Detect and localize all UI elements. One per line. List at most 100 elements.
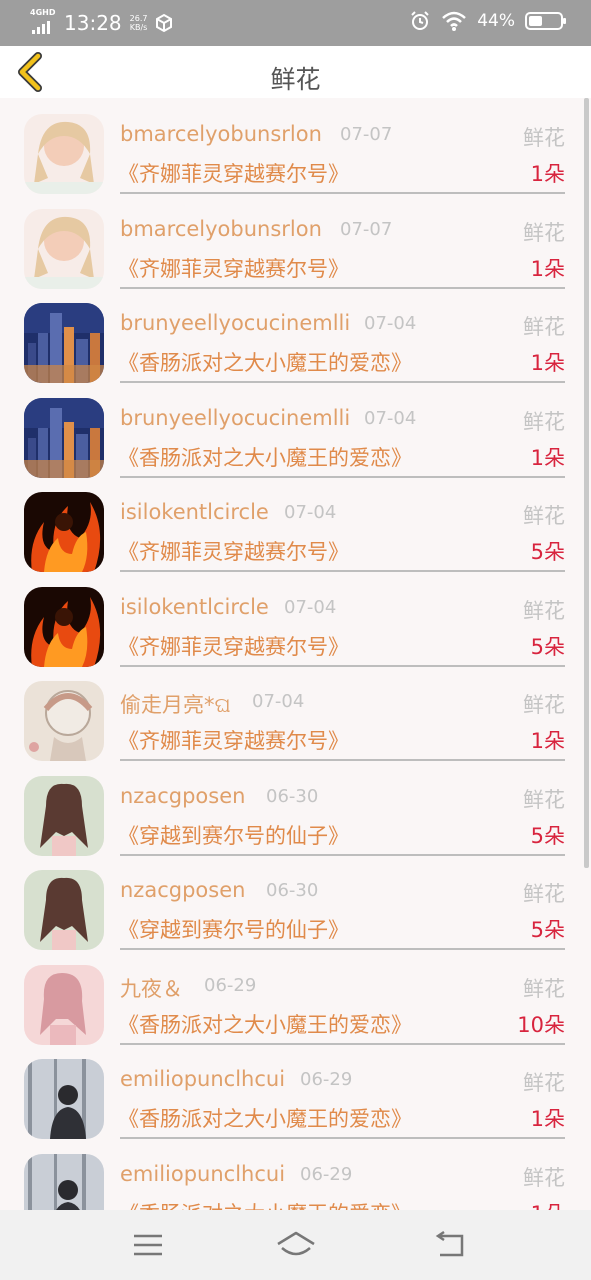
list-item[interactable]: bmarcelyobunsrlon 07-07 鲜花 《齐娜菲灵穿越赛尔号》 1朵 xyxy=(0,106,591,200)
post-date: 06-30 xyxy=(266,785,319,807)
post-date: 07-07 xyxy=(340,124,393,145)
post-date: 06-29 xyxy=(204,974,257,996)
list-item[interactable]: 九夜＆ 06-29 鲜花《香肠派对之大小魔王的爱恋》 10朵 xyxy=(0,957,591,1051)
row-divider xyxy=(120,759,565,761)
gift-type: 鲜花 xyxy=(523,598,565,623)
avatar[interactable] xyxy=(24,775,104,856)
gift-type: 鲜花 xyxy=(523,976,565,1001)
user-name: 九夜＆ xyxy=(120,976,183,1001)
list-item[interactable]: isilokentlcircle 07-04 鲜花《齐娜菲灵穿越赛尔号》 5朵 xyxy=(0,484,591,578)
network-speed-unit: KB/s xyxy=(129,23,148,32)
row-divider xyxy=(120,948,565,950)
book-title: 《齐娜菲灵穿越赛尔号》 xyxy=(118,634,349,659)
row-divider xyxy=(120,286,565,289)
row-divider xyxy=(120,570,565,572)
home-icon[interactable] xyxy=(274,1228,318,1262)
post-date: 07-04 xyxy=(252,691,305,712)
list-item[interactable]: brunyeellyocucinemlli 07-04 鲜花 《香肠派对之大小魔王的爱… xyxy=(0,295,591,389)
back-icon[interactable] xyxy=(430,1228,470,1262)
row-divider xyxy=(120,381,565,383)
avatar[interactable] xyxy=(24,397,104,478)
flower-count: 5朵 xyxy=(530,634,565,659)
list-item[interactable]: bmarcelyobunsrlon 07-07 鲜花 《齐娜菲灵穿越赛尔号》 1朵 xyxy=(0,201,591,295)
list-item[interactable]: emiliopunclhcui 06-29 鲜花《香肠派对之大小魔王的爱恋》 1朵 xyxy=(0,1146,591,1211)
avatar[interactable] xyxy=(24,681,104,761)
gift-type: 鲜花 xyxy=(523,504,565,528)
battery-percent: 44% xyxy=(477,11,515,31)
flower-count: 1朵 xyxy=(530,351,565,375)
user-name: nzacgposen xyxy=(120,878,246,902)
flower-count: 5朵 xyxy=(530,540,565,564)
gift-type: 鲜花 xyxy=(523,787,565,812)
menu-icon[interactable] xyxy=(128,1228,168,1262)
avatar[interactable] xyxy=(24,208,104,289)
network-speed-value: 26.7 xyxy=(129,14,148,23)
title-bar: 鲜花 xyxy=(0,46,591,98)
post-date: 06-29 xyxy=(300,1069,353,1090)
avatar[interactable] xyxy=(24,1153,104,1210)
post-date: 07-04 xyxy=(364,407,417,429)
list-item[interactable]: 偷走月亮*ଘ 07-04 鲜花 《齐娜菲灵穿越赛尔号》 1朵 xyxy=(0,673,591,767)
user-name: 偷走月亮*ଘ xyxy=(120,693,231,717)
list-item[interactable]: nzacgposen 06-30 鲜花《穿越到赛尔号的仙子》 5朵 xyxy=(0,862,591,956)
flower-count: 5朵 xyxy=(530,823,565,848)
avatar[interactable] xyxy=(24,114,104,194)
gift-type: 鲜花 xyxy=(523,409,565,434)
flower-count: 1朵 xyxy=(530,729,565,753)
avatar[interactable] xyxy=(24,492,104,572)
wifi-icon xyxy=(442,11,467,31)
alarm-icon xyxy=(411,11,429,30)
gift-type: 鲜花 xyxy=(523,1165,565,1190)
book-title: 《穿越到赛尔号的仙子》 xyxy=(118,823,349,848)
flower-count: 1朵 xyxy=(530,445,565,470)
flower-list[interactable]: bmarcelyobunsrlon 07-07 鲜花 《齐娜菲灵穿越赛尔号》 1朵 bma… xyxy=(0,98,591,1210)
flower-count: 5朵 xyxy=(530,918,565,942)
book-title: 《香肠派对之大小魔王的爱恋》 xyxy=(118,351,412,375)
book-title: 《穿越到赛尔号的仙子》 xyxy=(118,918,349,942)
network-speed: 26.7 KB/s xyxy=(130,14,148,32)
book-title: 《香肠派对之大小魔王的爱恋》 xyxy=(118,445,412,470)
avatar[interactable] xyxy=(24,303,104,383)
list-item[interactable]: emiliopunclhcui 06-29 鲜花《香肠派对之大小魔王的爱恋》 1朵 xyxy=(0,1051,591,1145)
post-date: 06-30 xyxy=(266,880,319,901)
row-divider xyxy=(120,1137,565,1139)
user-name: brunyeellyocucinemlli xyxy=(120,405,351,430)
user-name: isilokentlcircle xyxy=(120,500,269,524)
flower-count: 1朵 xyxy=(530,162,565,186)
user-name: nzacgposen xyxy=(120,783,246,808)
row-divider xyxy=(120,192,565,194)
avatar[interactable] xyxy=(24,1059,104,1139)
user-name: bmarcelyobunsrlon xyxy=(120,122,322,146)
post-date: 07-07 xyxy=(340,218,393,240)
status-bar: 4GHD 13:28 26.7 KB/s 44% xyxy=(0,0,591,46)
list-item[interactable]: nzacgposen 06-30 鲜花《穿越到赛尔号的仙子》 5朵 xyxy=(0,768,591,862)
post-date: 07-04 xyxy=(364,313,417,334)
flower-count: 1朵 xyxy=(530,1107,565,1131)
book-title: 《香肠派对之大小魔王的爱恋》 xyxy=(118,1198,412,1211)
row-divider xyxy=(120,475,565,478)
network-type-label: 4GHD xyxy=(30,8,56,17)
gift-type: 鲜花 xyxy=(523,1071,565,1095)
gift-type: 鲜花 xyxy=(523,315,565,339)
post-date: 07-04 xyxy=(284,502,337,523)
gift-type: 鲜花 xyxy=(523,882,565,906)
avatar[interactable] xyxy=(24,586,104,667)
battery-icon xyxy=(525,12,566,30)
flower-count: 1朵 xyxy=(531,1198,565,1211)
scrollbar[interactable] xyxy=(584,98,589,868)
row-divider xyxy=(120,853,565,856)
list-item[interactable]: isilokentlcircle 07-04 鲜花《齐娜菲灵穿越赛尔号》 5朵 xyxy=(0,579,591,673)
list-item[interactable]: brunyeellyocucinemlli 07-04 鲜花《香肠派对之大小魔王的爱… xyxy=(0,390,591,484)
book-title: 《齐娜菲灵穿越赛尔号》 xyxy=(118,256,349,281)
book-title: 《香肠派对之大小魔王的爱恋》 xyxy=(118,1012,412,1037)
notification-icon xyxy=(156,13,173,33)
post-date: 07-04 xyxy=(284,596,337,618)
row-divider xyxy=(120,664,565,667)
post-date: 06-29 xyxy=(300,1163,353,1185)
flower-count: 10朵 xyxy=(517,1012,565,1037)
user-name: isilokentlcircle xyxy=(120,594,269,619)
user-name: emiliopunclhcui xyxy=(120,1067,286,1091)
book-title: 《齐娜菲灵穿越赛尔号》 xyxy=(118,540,349,564)
avatar[interactable] xyxy=(24,870,104,950)
avatar[interactable] xyxy=(24,964,104,1045)
